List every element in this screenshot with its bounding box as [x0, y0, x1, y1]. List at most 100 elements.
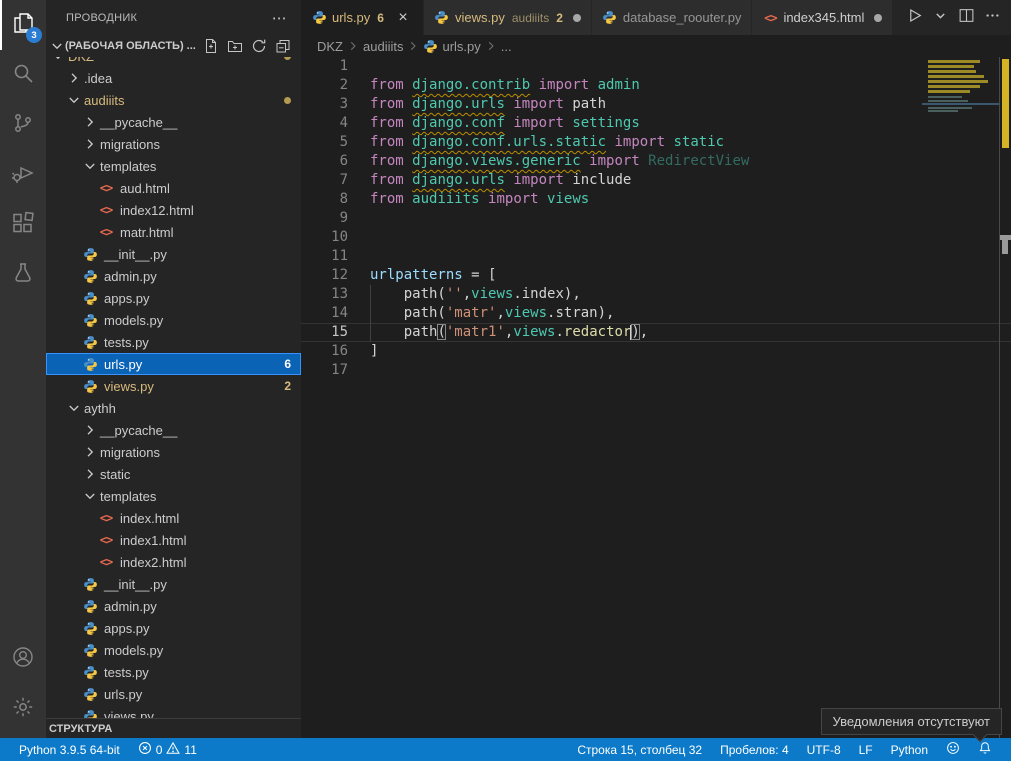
breadcrumb-item-...[interactable]: ... [501, 39, 512, 54]
tab-label: index345.html [783, 10, 864, 25]
line-text [348, 57, 370, 76]
refresh-button[interactable] [251, 38, 267, 54]
tree-item-tests.py[interactable]: tests.py [46, 331, 301, 353]
tab-database_roouter.py[interactable]: database_roouter.py [592, 0, 752, 35]
line-number: 3 [301, 95, 348, 114]
minimap-warning-line [928, 90, 970, 93]
run-dropdown[interactable] [929, 7, 951, 29]
line-number: 8 [301, 190, 348, 209]
status-label: LF [859, 743, 873, 757]
tree-item-aud.html[interactable]: <>aud.html [46, 177, 301, 199]
breadcrumb-item-urls.py[interactable]: urls.py [423, 39, 480, 54]
new-file-button[interactable] [203, 38, 219, 54]
status-indentation[interactable]: Пробелов: 4 [711, 738, 798, 761]
status-cursor-position[interactable]: Строка 15, столбец 32 [568, 738, 711, 761]
python-icon [82, 246, 98, 262]
bell-icon [978, 741, 992, 758]
tree-item-apps.py[interactable]: apps.py [46, 617, 301, 639]
tree-item-models.py[interactable]: models.py [46, 639, 301, 661]
activity-item-accounts[interactable] [0, 634, 46, 684]
tree-item-index2.html[interactable]: <>index2.html [46, 551, 301, 573]
breadcrumb-item-DKZ[interactable]: DKZ [317, 39, 343, 54]
more-actions-button[interactable] [981, 7, 1003, 29]
split-editor-icon [958, 7, 975, 29]
tree-item-index12.html[interactable]: <>index12.html [46, 199, 301, 221]
sidebar-more-actions-icon[interactable]: ⋯ [272, 9, 287, 27]
tree-item-__init__.py[interactable]: __init__.py [46, 243, 301, 265]
tree-item-models.py[interactable]: models.py [46, 309, 301, 331]
code-line-7: 7from django.urls import include [301, 171, 1011, 190]
activity-item-testing[interactable] [0, 250, 46, 300]
outline-section-header[interactable]: СТРУКТУРА [46, 718, 301, 738]
activity-item-settings[interactable] [0, 684, 46, 734]
breadcrumb-item-audiiits[interactable]: audiiits [363, 39, 403, 54]
tree-item-admin.py[interactable]: admin.py [46, 265, 301, 287]
tree-item-index1.html[interactable]: <>index1.html [46, 529, 301, 551]
tab-urls.py[interactable]: urls.py6× [301, 0, 423, 35]
tree-item-templates[interactable]: templates [46, 485, 301, 507]
tree-item-label: aythh [84, 401, 116, 416]
status-language-mode[interactable]: Python [882, 738, 937, 761]
tree-item-urls.py[interactable]: urls.py [46, 683, 301, 705]
tree-item-migrations[interactable]: migrations [46, 133, 301, 155]
python-icon [602, 10, 618, 26]
activity-item-explorer[interactable]: 3 [0, 0, 46, 50]
code-line-17: 17 [301, 361, 1011, 380]
overview-ruler[interactable] [1000, 57, 1011, 738]
tree-item-__pycache__[interactable]: __pycache__ [46, 111, 301, 133]
code-editor[interactable]: 12from django.contrib import admin3from … [301, 57, 1011, 738]
python-icon [82, 598, 98, 614]
python-icon [82, 312, 98, 328]
tree-item-__pycache__[interactable]: __pycache__ [46, 419, 301, 441]
tree-item-templates[interactable]: templates [46, 155, 301, 177]
tree-item-admin.py[interactable]: admin.py [46, 595, 301, 617]
tree-item-aythh[interactable]: aythh [46, 397, 301, 419]
activity-item-search[interactable] [0, 50, 46, 100]
tree-item-index.html[interactable]: <>index.html [46, 507, 301, 529]
tree-item-label: tests.py [104, 665, 149, 680]
tree-item-views.py[interactable]: views.py2 [46, 375, 301, 397]
tree-item-views.py[interactable]: views.py [46, 705, 301, 718]
breadcrumb: DKZ audiiits urls.py... [301, 35, 1011, 57]
tree-item-audiiits[interactable]: audiiits [46, 89, 301, 111]
tree-item-tests.py[interactable]: tests.py [46, 661, 301, 683]
status-encoding[interactable]: UTF-8 [798, 738, 850, 761]
tab-views.py[interactable]: views.pyaudiiits2 [424, 0, 591, 35]
run-button[interactable] [903, 7, 925, 29]
minimap[interactable] [922, 57, 1000, 738]
scrollbar-slider[interactable] [1002, 240, 1008, 254]
line-number: 5 [301, 133, 348, 152]
tree-item-migrations[interactable]: migrations [46, 441, 301, 463]
modified-dot-icon[interactable] [874, 14, 882, 22]
activity-item-source-control[interactable] [0, 100, 46, 150]
status-problems[interactable]: 011 [129, 738, 206, 761]
tree-item-.idea[interactable]: .idea [46, 67, 301, 89]
status-notifications-bell[interactable] [969, 738, 1001, 761]
python-icon [82, 334, 98, 350]
python-icon [82, 356, 98, 372]
new-folder-button[interactable] [227, 38, 243, 54]
tree-item-__init__.py[interactable]: __init__.py [46, 573, 301, 595]
workspace-section-header[interactable]: (РАБОЧАЯ ОБЛАСТЬ) ... [46, 35, 301, 57]
modified-dot-icon[interactable] [573, 14, 581, 22]
error-icon [138, 741, 152, 758]
tree-item-matr.html[interactable]: <>matr.html [46, 221, 301, 243]
tree-item-urls.py[interactable]: urls.py6 [46, 353, 301, 375]
breadcrumb-label: urls.py [442, 39, 480, 54]
activity-item-run-debug[interactable] [0, 150, 46, 200]
status-eol[interactable]: LF [850, 738, 882, 761]
tree-item-apps.py[interactable]: apps.py [46, 287, 301, 309]
status-feedback[interactable] [937, 738, 969, 761]
tab-index345.html[interactable]: <>index345.html [752, 0, 892, 35]
line-text: path('',views.index), [348, 285, 581, 304]
tree-item-label: admin.py [104, 269, 157, 284]
activity-item-extensions[interactable] [0, 200, 46, 250]
beaker-icon [11, 261, 35, 290]
line-text [348, 361, 370, 380]
collapse-all-button[interactable] [275, 38, 291, 54]
tree-item-DKZ[interactable]: DKZ [46, 57, 301, 67]
split-editor-button[interactable] [955, 7, 977, 29]
status-python-version[interactable]: Python 3.9.5 64-bit [10, 738, 129, 761]
tree-item-static[interactable]: static [46, 463, 301, 485]
close-icon[interactable]: × [393, 8, 413, 28]
